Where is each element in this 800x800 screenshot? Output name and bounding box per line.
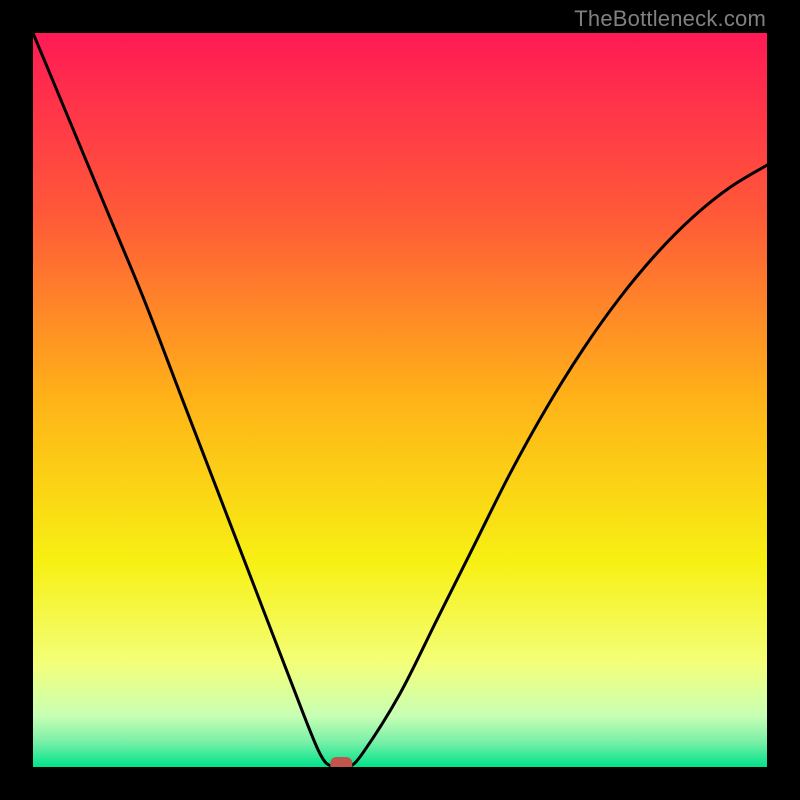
- chart-frame: TheBottleneck.com: [0, 0, 800, 800]
- plot-area: [33, 33, 767, 767]
- watermark-text: TheBottleneck.com: [574, 6, 766, 32]
- bottleneck-chart: [33, 33, 767, 767]
- gradient-background: [33, 33, 767, 767]
- optimal-point-marker: [330, 757, 352, 767]
